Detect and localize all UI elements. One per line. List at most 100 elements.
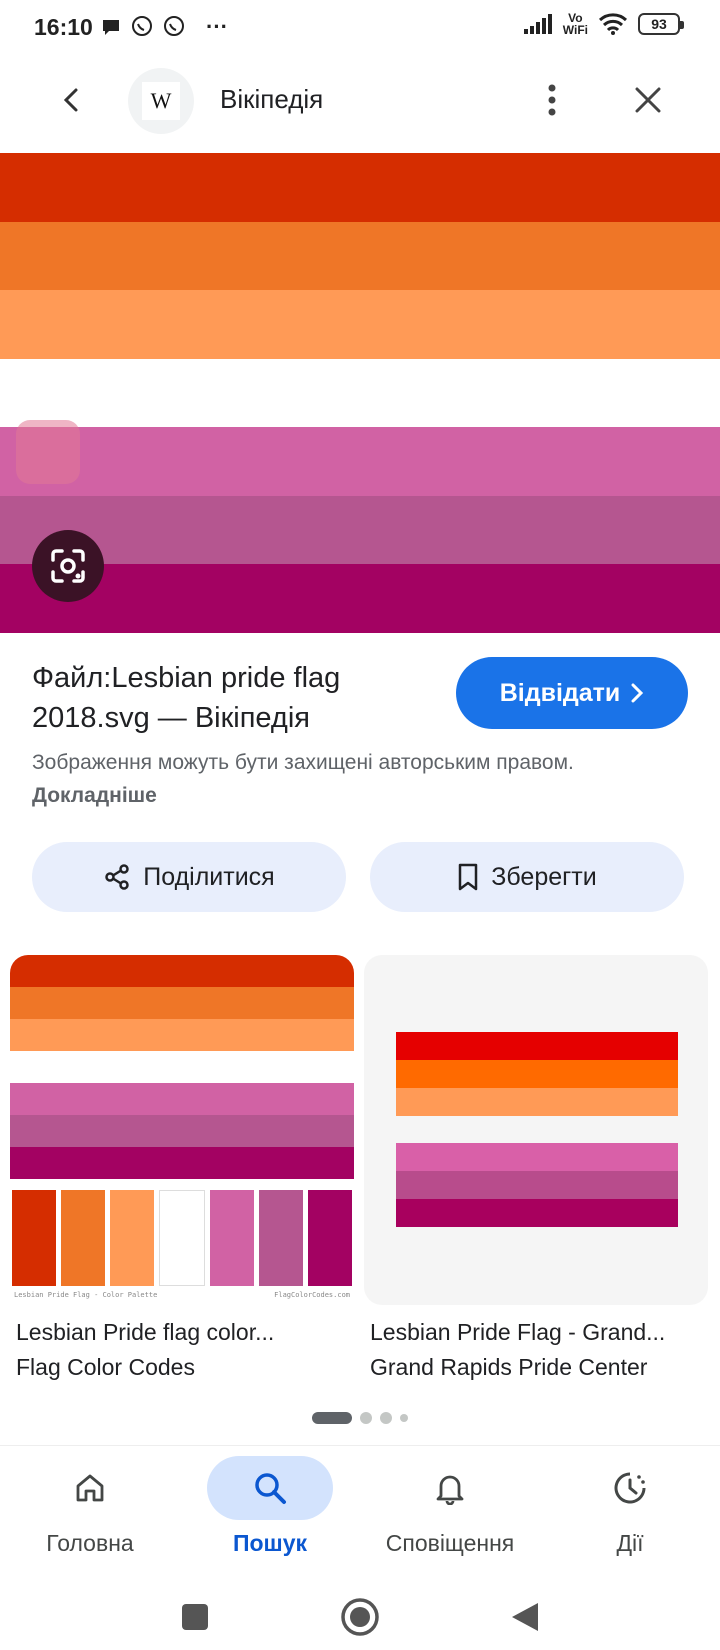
flag-stripe (0, 427, 720, 496)
palette-stripe (10, 955, 354, 987)
related-title[interactable]: Lesbian Pride flag color... (10, 1319, 354, 1346)
carousel-pager (0, 1412, 720, 1424)
color-swatch (12, 1190, 56, 1286)
recents-button[interactable] (170, 1592, 220, 1642)
pager-dot (360, 1412, 372, 1424)
chevron-left-icon (63, 88, 78, 112)
palette-stripe (10, 987, 354, 1019)
circle-home-icon (341, 1598, 379, 1636)
triangle-back-icon (512, 1603, 538, 1631)
search-icon (255, 1473, 286, 1504)
close-button[interactable] (626, 78, 670, 122)
nav-notifications[interactable]: Сповіщення (360, 1446, 540, 1581)
wifi-icon (598, 13, 628, 35)
bell-icon (436, 1475, 464, 1505)
palette-stripe (10, 1147, 354, 1179)
flag-stripe (0, 495, 720, 565)
flag-stripe (0, 564, 720, 633)
palette-caption: Lesbian Pride Flag - Color Palette FlagC… (14, 1291, 350, 1299)
more-notifications-icon: ··· (206, 14, 228, 39)
palette-stripe (10, 1051, 354, 1083)
clock: 16:10 (34, 14, 93, 40)
viber-icon (164, 16, 184, 36)
nav-search[interactable]: Пошук (180, 1446, 360, 1581)
signal-icon (523, 14, 552, 34)
more-vert-icon (548, 84, 556, 116)
pager-dot (380, 1412, 392, 1424)
flag-stripe (0, 221, 720, 291)
home-system-button[interactable] (335, 1592, 385, 1642)
pager-dot (400, 1414, 408, 1422)
copyright-text: Зображення можуть бути захищені авторськ… (32, 751, 574, 774)
palette-stripe (10, 1115, 354, 1147)
chevron-right-icon (631, 683, 644, 703)
site-name[interactable]: Вікіпедія (220, 84, 323, 115)
palette-stripe (10, 1019, 354, 1051)
wikipedia-logo: W (142, 82, 180, 120)
flag-top-half (396, 1032, 678, 1116)
save-label: Зберегти (491, 862, 597, 891)
color-swatch (110, 1190, 154, 1286)
related-title[interactable]: Lesbian Pride Flag - Grand... (364, 1319, 708, 1346)
color-swatch (159, 1190, 205, 1286)
lens-icon (51, 549, 85, 583)
learn-more-link[interactable]: Докладніше (32, 784, 157, 807)
color-swatch (259, 1190, 303, 1286)
color-swatch (210, 1190, 254, 1286)
save-button[interactable]: Зберегти (370, 842, 684, 912)
battery-indicator: 93 (638, 13, 684, 35)
flag-stripe (0, 358, 720, 428)
more-options-button[interactable] (530, 78, 574, 122)
system-navigation-bar (0, 1580, 720, 1650)
visit-label: Відвідати (499, 678, 621, 707)
top-app-bar: W Вікіпедія (0, 60, 720, 150)
flag-stripe (0, 153, 720, 222)
site-logo: W (128, 68, 194, 134)
related-source: Flag Color Codes (16, 1354, 195, 1380)
vowifi-indicator: Vo WiFi (562, 11, 588, 37)
color-swatch (308, 1190, 352, 1286)
viber-icon (132, 16, 152, 36)
color-swatch (61, 1190, 105, 1286)
mini-flag-stripe (396, 1171, 678, 1199)
square-icon (182, 1604, 208, 1630)
palette-flag (10, 955, 354, 1179)
related-image-palette[interactable]: Lesbian Pride Flag - Color Palette FlagC… (10, 955, 354, 1305)
bottom-navigation: Головна Пошук Сповіщення Дії (0, 1445, 720, 1580)
mini-flag-stripe (396, 1088, 678, 1116)
status-bar: 16:10 ··· Vo WiFi 93 (0, 0, 720, 56)
system-icons: Vo WiFi 93 (523, 11, 684, 37)
flag-bottom-half (396, 1143, 678, 1227)
home-icon (76, 1474, 104, 1502)
nav-home[interactable]: Головна (0, 1446, 180, 1581)
visit-button[interactable]: Відвідати (456, 657, 688, 729)
palette-stripe (10, 1083, 354, 1115)
copyright-notice: Зображення можуть бути захищені авторськ… (32, 746, 652, 812)
nav-activity[interactable]: Дії (540, 1446, 720, 1581)
related-result-card[interactable]: Lesbian Pride Flag - Color Palette FlagC… (10, 955, 354, 1381)
mini-flag-stripe (396, 1032, 678, 1060)
mini-flag-stripe (396, 1143, 678, 1171)
related-source: Grand Rapids Pride Center (370, 1354, 648, 1380)
share-label: Поділитися (143, 862, 275, 891)
mini-flag-stripe (396, 1199, 678, 1227)
activity-icon (614, 1472, 646, 1504)
close-icon (635, 87, 661, 113)
bookmark-icon (459, 863, 478, 891)
related-image-flag[interactable] (364, 955, 708, 1305)
back-system-button[interactable] (500, 1592, 550, 1642)
color-swatches (10, 1190, 354, 1286)
google-lens-button[interactable] (32, 530, 104, 602)
mini-flag-stripe (396, 1060, 678, 1088)
share-icon (105, 864, 129, 890)
back-button[interactable] (50, 78, 94, 122)
result-title[interactable]: Файл:Lesbian pride flag 2018.svg — Вікіп… (32, 658, 432, 738)
faded-overlay-button (16, 420, 80, 484)
pager-dot (312, 1412, 352, 1424)
flag-stripe (0, 290, 720, 359)
chat-bubble-icon (103, 20, 119, 35)
related-result-card[interactable]: Lesbian Pride Flag - Grand... Grand Rapi… (364, 955, 708, 1381)
share-button[interactable]: Поділитися (32, 842, 346, 912)
notification-icons: ··· (100, 14, 228, 40)
main-image[interactable] (0, 153, 720, 633)
